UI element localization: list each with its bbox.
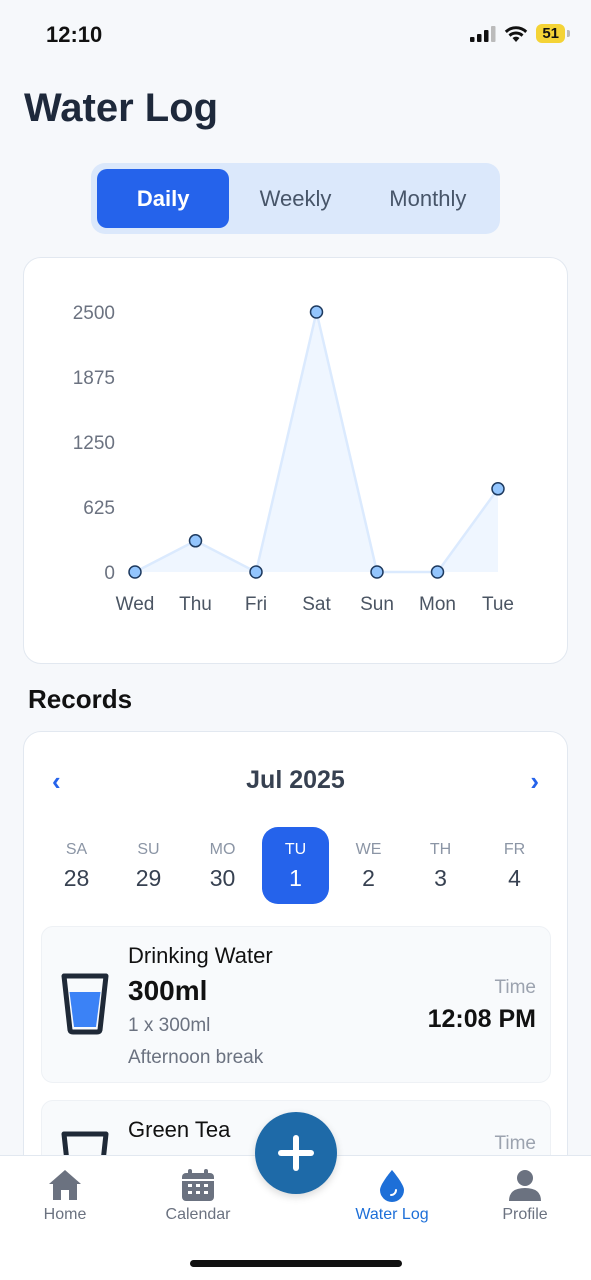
calendar-icon	[182, 1169, 214, 1201]
nav-water-log-label: Water Log	[355, 1206, 429, 1223]
day-we[interactable]: WE 2	[335, 827, 402, 904]
water-glass-icon	[61, 973, 109, 1035]
battery-indicator: 51	[536, 24, 570, 43]
record-note: Afternoon break	[128, 1047, 264, 1068]
day-date: 4	[508, 865, 521, 891]
day-date: 28	[63, 865, 90, 891]
day-name: MO	[209, 841, 236, 858]
status-icons: 51	[470, 24, 570, 43]
series-area	[135, 312, 498, 572]
profile-icon	[509, 1170, 541, 1201]
x-tick-label: Fri	[245, 594, 267, 615]
record-time-label: Time	[494, 977, 536, 998]
chart-card: 2500 1875 1250 625 0 Wed Thu Fri Sat Sun Mon Tue	[23, 257, 568, 664]
data-point	[249, 565, 263, 579]
day-fr[interactable]: FR 4	[481, 827, 548, 904]
day-name: TU	[284, 841, 307, 858]
data-point	[370, 565, 384, 579]
home-icon	[49, 1170, 81, 1200]
water-drop-icon	[380, 1170, 404, 1202]
record-name: Drinking Water	[128, 943, 273, 968]
record-time: 12:08 PM	[427, 1005, 536, 1033]
day-name: FR	[503, 841, 526, 858]
day-date: 30	[209, 865, 236, 891]
nav-profile-label: Profile	[502, 1206, 548, 1223]
wifi-icon	[505, 25, 528, 42]
signal-icon	[470, 25, 496, 42]
day-su[interactable]: SU 29	[115, 827, 182, 904]
data-point	[128, 565, 142, 579]
period-segmented-control: Daily Weekly Monthly	[91, 163, 500, 234]
day-mo[interactable]: MO 30	[189, 827, 256, 904]
record-detail: 1 x 300ml	[128, 1015, 211, 1036]
day-selector: SA 28 SU 29 MO 30 TU 1 WE 2 TH 3 FR 4	[24, 827, 567, 905]
day-date: 3	[434, 865, 447, 891]
day-name: SA	[65, 841, 88, 858]
day-date: 2	[362, 865, 375, 891]
y-tick-label: 1875	[73, 368, 115, 389]
nav-home[interactable]: Home	[10, 1168, 120, 1224]
nav-calendar[interactable]: Calendar	[143, 1168, 253, 1224]
x-tick-label: Mon	[419, 594, 456, 615]
data-point	[188, 534, 203, 548]
x-tick-label: Sun	[360, 594, 394, 615]
x-tick-label: Wed	[116, 594, 155, 615]
record-item[interactable]: Drinking Water 300ml 1 x 300ml Afternoon…	[41, 926, 551, 1083]
add-record-button[interactable]	[255, 1112, 337, 1194]
page-title: Water Log	[24, 86, 219, 130]
nav-home-label: Home	[43, 1206, 87, 1223]
calendar-header: ‹ Jul 2025 ›	[24, 732, 567, 828]
status-time: 12:10	[46, 22, 103, 47]
day-date: 1	[289, 865, 302, 891]
status-bar: 12:10 51	[0, 0, 591, 72]
record-name: Green Tea	[128, 1117, 231, 1142]
x-tick-label: Sat	[302, 594, 331, 615]
day-th[interactable]: TH 3	[407, 827, 474, 904]
nav-calendar-label: Calendar	[165, 1206, 231, 1223]
data-point	[430, 565, 445, 579]
day-name: SU	[137, 841, 160, 858]
data-point	[309, 305, 324, 319]
records-title: Records	[28, 684, 133, 714]
record-amount: 300ml	[128, 975, 208, 1006]
day-date: 29	[135, 865, 162, 891]
y-tick-label: 1250	[73, 433, 115, 454]
day-tu[interactable]: TU 1	[262, 827, 329, 904]
day-name: WE	[355, 841, 382, 858]
x-tick-label: Tue	[482, 594, 514, 615]
nav-profile[interactable]: Profile	[470, 1168, 580, 1224]
home-indicator	[190, 1260, 402, 1267]
plus-icon	[278, 1135, 314, 1171]
y-tick-label: 625	[83, 498, 115, 519]
y-tick-label: 2500	[73, 303, 115, 324]
tab-weekly[interactable]: Weekly	[229, 169, 361, 228]
tab-monthly[interactable]: Monthly	[362, 169, 494, 228]
water-intake-chart: 2500 1875 1250 625 0Wed Thu Fri Sat Sun Mon Tue	[73, 303, 514, 615]
day-name: TH	[429, 841, 452, 858]
calendar-month: Jul 2025	[246, 766, 345, 794]
data-point	[491, 482, 505, 496]
chevron-right-icon[interactable]: ›	[530, 766, 539, 797]
x-tick-label: Thu	[179, 594, 212, 615]
y-tick-label: 0	[104, 563, 115, 584]
tab-daily[interactable]: Daily	[97, 169, 230, 228]
day-sa[interactable]: SA 28	[43, 827, 110, 904]
record-time-label: Time	[494, 1133, 536, 1154]
nav-water-log[interactable]: Water Log	[337, 1168, 447, 1224]
